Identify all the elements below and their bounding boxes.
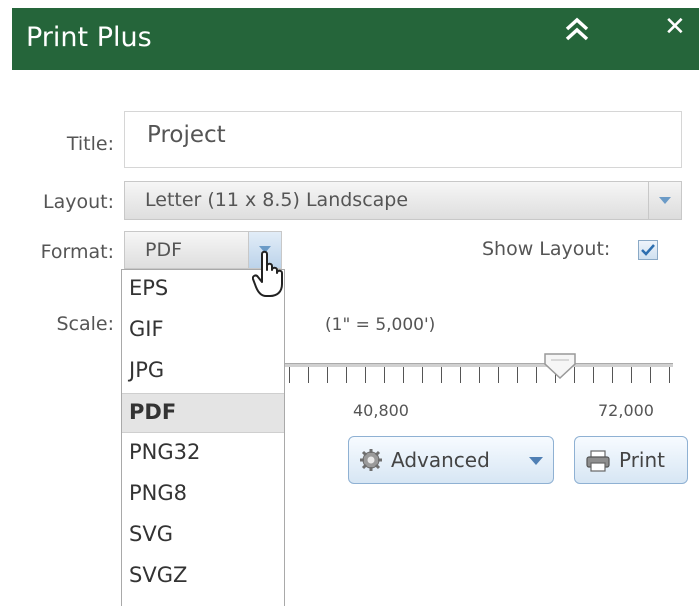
slider-tick — [308, 367, 309, 383]
format-option[interactable]: SVGZ — [122, 557, 284, 597]
print-button[interactable]: Print — [574, 436, 688, 484]
slider-tick — [460, 367, 461, 383]
layout-select[interactable]: Letter (11 x 8.5) Landscape — [124, 181, 682, 220]
close-icon[interactable]: ✕ — [664, 12, 686, 42]
title-input[interactable]: Project — [124, 111, 682, 168]
slider-tick — [422, 367, 423, 383]
slider-tick-label: 40,800 — [353, 401, 409, 420]
format-option[interactable]: PNG8 — [122, 475, 284, 515]
slider-tick — [365, 367, 366, 383]
slider-tick — [612, 367, 613, 383]
checkmark-icon — [641, 244, 655, 256]
chevron-down-icon — [659, 197, 671, 204]
layout-select-value: Letter (11 x 8.5) Landscape — [145, 189, 409, 211]
scale-slider-ticks — [285, 367, 673, 387]
slider-tick — [669, 367, 670, 383]
scale-slider-handle[interactable] — [543, 352, 577, 380]
show-layout-checkbox[interactable] — [638, 240, 658, 260]
slider-tick — [631, 367, 632, 383]
slider-tick — [479, 367, 480, 383]
format-dropdown-list[interactable]: EPS GIF JPG PDF PNG32 PNG8 SVG SVGZ — [121, 269, 285, 606]
hand-cursor-icon — [252, 250, 283, 297]
panel-title: Print Plus — [26, 22, 152, 53]
slider-tick — [441, 367, 442, 383]
scale-label: Scale: — [56, 313, 114, 335]
format-option[interactable]: JPG — [122, 352, 284, 392]
slider-tick — [536, 367, 537, 383]
scale-ratio-text: (1" = 5,000') — [325, 315, 436, 335]
format-label: Format: — [40, 241, 114, 263]
slider-tick-label: 72,000 — [598, 401, 654, 420]
advanced-button-label: Advanced — [391, 448, 490, 472]
printer-icon — [586, 450, 610, 472]
format-option[interactable]: GIF — [122, 311, 284, 351]
slider-tick — [289, 367, 290, 383]
layout-label: Layout: — [43, 191, 114, 213]
chevron-down-icon — [529, 457, 543, 465]
slider-tick — [346, 367, 347, 383]
layout-select-arrow[interactable] — [648, 182, 681, 219]
format-select-value: PDF — [145, 239, 183, 261]
title-label: Title: — [66, 133, 114, 155]
slider-tick — [517, 367, 518, 383]
gear-icon — [360, 449, 382, 471]
panel-header-bar: Print Plus — [12, 8, 699, 70]
advanced-button[interactable]: Advanced — [348, 436, 554, 484]
format-option[interactable]: PNG32 — [122, 434, 284, 474]
slider-tick — [593, 367, 594, 383]
show-layout-label: Show Layout: — [482, 238, 611, 260]
slider-tick — [403, 367, 404, 383]
slider-tick — [327, 367, 328, 383]
double-chevron-up-icon[interactable] — [564, 16, 590, 42]
slider-tick — [498, 367, 499, 383]
slider-tick — [384, 367, 385, 383]
slider-tick — [650, 367, 651, 383]
print-button-label: Print — [619, 448, 666, 472]
format-option[interactable]: SVG — [122, 516, 284, 556]
format-option[interactable]: PDF — [122, 393, 284, 433]
panel-header: Print Plus ✕ — [0, 0, 699, 72]
